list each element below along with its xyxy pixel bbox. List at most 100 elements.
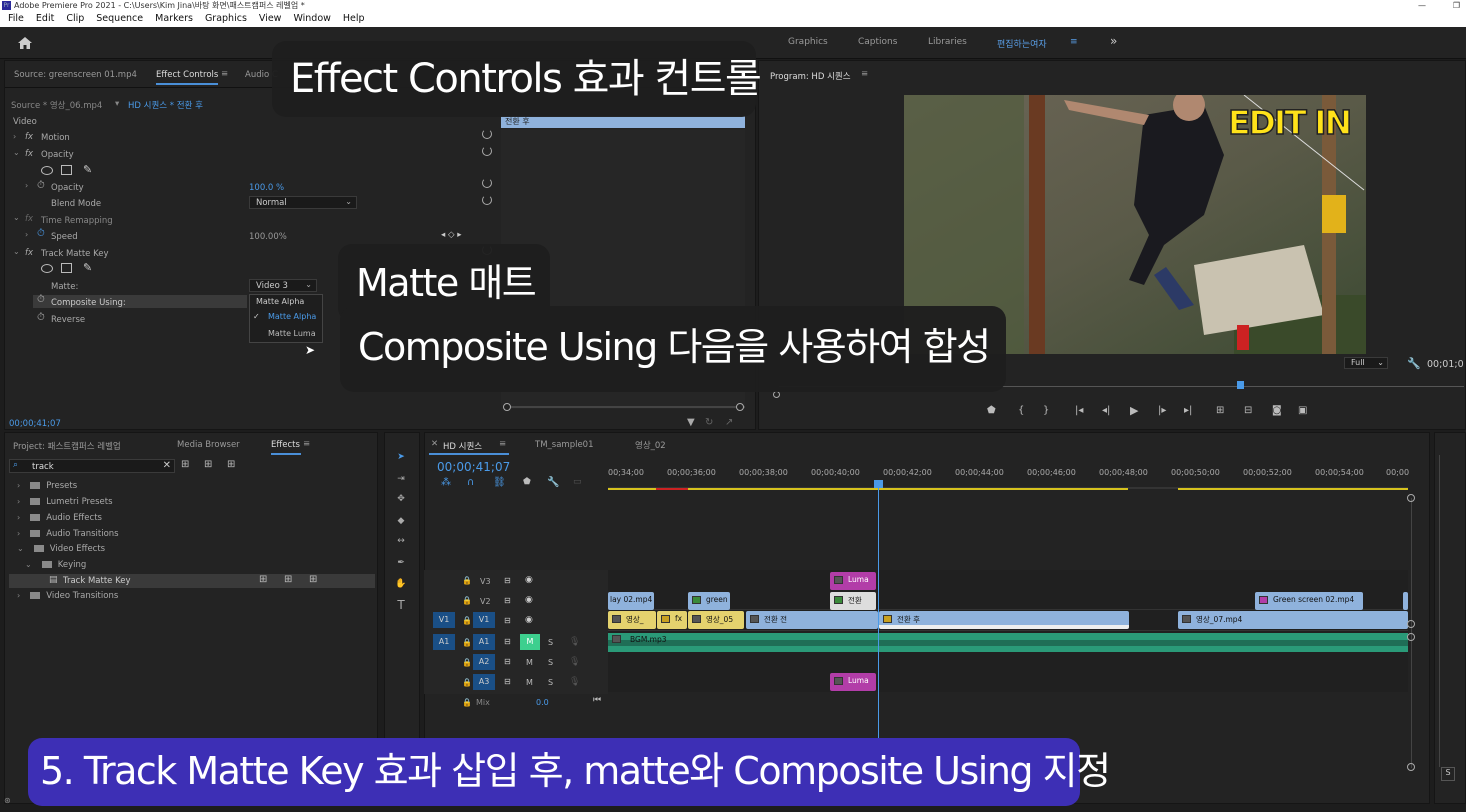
mic-icon[interactable]: 🎙 (569, 677, 580, 687)
stopwatch-icon[interactable]: ⏱ (37, 294, 45, 305)
ellipse-mask-icon[interactable] (41, 166, 53, 175)
source-patch-v1[interactable]: V1 (433, 612, 455, 628)
filter-icon[interactable]: ▼ (687, 417, 695, 428)
solo-a2-button[interactable]: S (548, 658, 553, 667)
mic-icon[interactable]: 🎙 (569, 637, 580, 647)
clip-young-07[interactable]: 영상_07.mp4 (1178, 611, 1408, 629)
tab-media-browser[interactable]: Media Browser (177, 440, 240, 450)
step-back-icon[interactable]: ◂| (1102, 405, 1110, 416)
lock-icon[interactable]: 🔒 (462, 658, 472, 667)
snap-icon[interactable]: ∩ (467, 477, 474, 488)
mark-in-icon[interactable]: { (1018, 405, 1024, 416)
ripple-edit-tool-icon[interactable]: ✥ (393, 491, 409, 507)
track-matte-key-effect[interactable]: Track Matte Key (41, 249, 109, 259)
mini-timeline-clip[interactable]: 전환 후 (501, 116, 745, 128)
workspace-more-button[interactable]: » (1110, 34, 1117, 48)
stopwatch-icon[interactable]: ⏱ (37, 312, 45, 323)
wrench-icon[interactable]: 🔧 (1407, 357, 1421, 370)
clip-green02[interactable]: Green screen 02.mp4 (1255, 592, 1363, 610)
clip-bgm[interactable]: BGM.mp3 (608, 633, 1408, 652)
eye-icon[interactable]: ◉ (525, 595, 533, 605)
track-v1-label[interactable]: V1 (473, 612, 495, 628)
clip-jeonhwan-hu[interactable]: 전환 후 (879, 611, 1129, 629)
tree-video-effects[interactable]: ⌄ Video Effects (17, 544, 105, 554)
solo-a3-button[interactable]: S (548, 678, 553, 687)
tree-audio-transitions[interactable]: › Audio Transitions (17, 529, 119, 539)
tree-track-matte-key[interactable]: ▤ Track Matte Key ⊞ ⊞ ⊞ (9, 574, 375, 588)
mute-a1-button[interactable]: M (520, 634, 540, 650)
clip-young-05[interactable]: 영상_05 (688, 611, 744, 629)
workspace-active[interactable]: 편집하는여자 (997, 37, 1047, 50)
tab-effect-controls[interactable]: Effect Controls (156, 70, 218, 80)
accelerated-filter-icon[interactable]: ⊞ (181, 459, 189, 470)
opacity-effect[interactable]: Opacity (41, 150, 74, 160)
mix-go-icon[interactable]: ⏮ (593, 695, 601, 705)
tab-project[interactable]: Project: 패스트캠퍼스 레벨업 (13, 440, 121, 452)
razor-tool-icon[interactable]: ◆ (393, 513, 409, 529)
pen-tool-icon[interactable]: ✒ (393, 555, 409, 571)
menu-window[interactable]: Window (293, 11, 330, 27)
source-clip-label[interactable]: Source * 영상_06.mp4 (11, 99, 102, 111)
keyframe-nav-icon[interactable]: ◂ ◇ ▸ (441, 230, 461, 240)
timeline-playhead[interactable] (878, 485, 879, 745)
mix-volume-value[interactable]: 0.0 (536, 698, 549, 707)
program-title[interactable]: Program: HD 시퀀스 (770, 70, 851, 82)
tab-young-02[interactable]: 영상_02 (635, 439, 666, 451)
selection-tool-icon[interactable]: ➤ (393, 449, 409, 465)
tab-tm-sample01[interactable]: TM_sample01 (535, 440, 594, 450)
compare-icon[interactable]: ▣ (1298, 405, 1307, 416)
stopwatch-icon[interactable]: ⏱ (37, 228, 45, 239)
mute-a3-button[interactable]: M (526, 678, 533, 687)
clip-jeonhwan-jeon[interactable]: 전환 전 (746, 611, 878, 629)
sync-lock-icon[interactable]: ⊟ (504, 657, 511, 666)
tree-keying[interactable]: ⌄ Keying (25, 560, 86, 570)
add-marker-icon[interactable]: ⬟ (987, 405, 996, 416)
reset-icon[interactable] (482, 146, 492, 156)
sync-lock-icon[interactable]: ⊟ (504, 677, 511, 686)
workspace-graphics[interactable]: Graphics (788, 37, 828, 47)
composite-using-dropdown[interactable]: Matte Alpha ✓ Matte Alpha Matte Luma (249, 294, 323, 343)
close-tab-icon[interactable]: ✕ (431, 439, 438, 449)
effects-search-input[interactable]: ⌕ track ✕ (9, 459, 175, 473)
mark-out-icon[interactable]: } (1043, 405, 1049, 416)
dropdown-option-matte-alpha[interactable]: Matte Alpha (268, 312, 316, 321)
clip-lay02[interactable]: lay 02.mp4 (608, 592, 654, 610)
clip-jeonhwan-v2[interactable]: 전환 (830, 592, 876, 610)
loop-icon[interactable]: ↻ (705, 417, 713, 428)
motion-effect[interactable]: Motion (41, 133, 70, 143)
menu-graphics[interactable]: Graphics (205, 11, 247, 27)
menu-clip[interactable]: Clip (66, 11, 84, 27)
play-icon[interactable]: ▶ (1130, 404, 1138, 417)
tab-source[interactable]: Source: greenscreen 01.mp4 (14, 70, 137, 80)
go-to-out-icon[interactable]: ▸| (1184, 405, 1192, 416)
program-playhead[interactable] (1237, 381, 1244, 389)
reset-icon[interactable] (482, 178, 492, 188)
lock-icon[interactable]: 🔒 (462, 698, 472, 707)
mute-a2-button[interactable]: M (526, 658, 533, 667)
lock-icon[interactable]: 🔒 (462, 616, 472, 625)
nest-icon[interactable]: ⁂ (441, 477, 451, 488)
add-marker-icon[interactable]: ⬟ (523, 477, 531, 487)
tab-hd-sequence[interactable]: HD 시퀀스 (443, 440, 482, 452)
program-timecode[interactable]: 00;01;0 (1427, 359, 1464, 370)
clip-luma-a3[interactable]: Luma (830, 673, 876, 691)
hand-tool-icon[interactable]: ✋ (393, 576, 409, 592)
camera-icon[interactable]: ◙ (1272, 405, 1282, 416)
lift-icon[interactable]: ⊞ (1216, 405, 1224, 416)
linked-selection-icon[interactable]: ⛓ (493, 477, 506, 488)
extract-icon[interactable]: ⊟ (1244, 405, 1252, 416)
solo-a1-button[interactable]: S (548, 638, 553, 647)
matte-select[interactable]: Video 3 ⌄ (249, 279, 317, 292)
track-area[interactable] (608, 570, 1408, 692)
go-to-in-icon[interactable]: |◂ (1075, 405, 1083, 416)
step-forward-icon[interactable]: |▸ (1158, 405, 1166, 416)
lock-icon[interactable]: 🔒 (462, 576, 472, 585)
zoom-select[interactable]: Full ⌄ (1344, 357, 1388, 369)
speed-value[interactable]: 100.00% (249, 232, 287, 242)
menu-sequence[interactable]: Sequence (96, 11, 143, 27)
clip-green[interactable]: green (688, 592, 730, 610)
ellipse-mask-icon[interactable] (41, 264, 53, 273)
opacity-value[interactable]: 100.0 % (249, 183, 284, 193)
lock-icon[interactable]: 🔒 (462, 596, 472, 605)
playhead-handle[interactable] (874, 480, 883, 488)
